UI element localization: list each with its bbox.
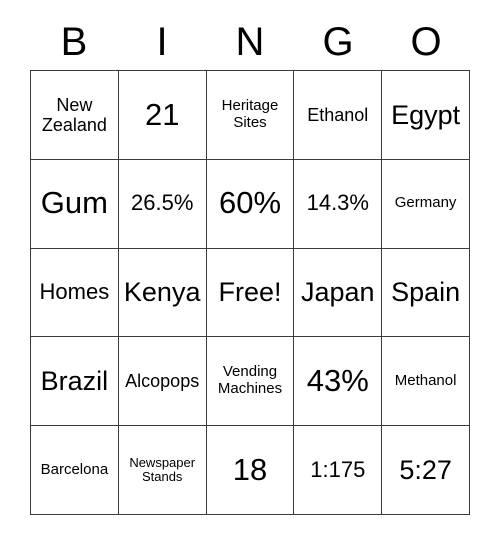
bingo-cell-label: Kenya xyxy=(123,277,201,308)
bingo-cell-label: 14.3% xyxy=(306,190,369,216)
bingo-header-letter-b: B xyxy=(60,20,88,64)
bingo-cell-r3c2[interactable]: Kenya xyxy=(118,248,207,338)
bingo-cell-label: Spain xyxy=(391,277,461,308)
bingo-header-letter-o: O xyxy=(410,20,442,64)
bingo-cell-r4c5[interactable]: Methanol xyxy=(382,337,470,427)
bingo-header-letter-n: N xyxy=(235,20,265,64)
bingo-cell-label: 21 xyxy=(144,96,180,132)
bingo-cell-label: 1:175 xyxy=(310,456,366,482)
bingo-cell-r2c3[interactable]: 60% xyxy=(206,159,295,249)
bingo-cell-r2c2[interactable]: 26.5% xyxy=(118,159,207,249)
bingo-cell-free-space[interactable]: Free! xyxy=(206,248,295,338)
bingo-header-letter-i: I xyxy=(156,20,168,64)
bingo-cell-r3c5[interactable]: Spain xyxy=(382,248,470,338)
bingo-cell-r3c1[interactable]: Homes xyxy=(31,248,119,338)
bingo-cell-r1c1[interactable]: New Zealand xyxy=(31,71,119,160)
bingo-cell-label: Vending Machines xyxy=(217,363,283,398)
bingo-cell-label: 60% xyxy=(218,185,282,221)
bingo-cell-label: Germany xyxy=(394,194,457,212)
bingo-cell-r5c5[interactable]: 5:27 xyxy=(382,426,470,515)
bingo-cell-label: Alcopops xyxy=(125,371,200,392)
bingo-cell-r2c5[interactable]: Germany xyxy=(382,159,470,249)
bingo-cell-r1c5[interactable]: Egypt xyxy=(382,71,470,160)
bingo-cell-label: Japan xyxy=(301,277,375,308)
bingo-cell-label: 18 xyxy=(232,451,268,487)
bingo-cell-label: Ethanol xyxy=(307,104,369,125)
bingo-cell-r1c4[interactable]: Ethanol xyxy=(294,71,383,160)
bingo-cell-label: Newspaper Stands xyxy=(129,454,196,485)
bingo-header-letter-g: G xyxy=(322,20,354,64)
bingo-cell-label: Egypt xyxy=(391,99,461,130)
bingo-cell-r1c2[interactable]: 21 xyxy=(118,71,207,160)
bingo-cell-r5c3[interactable]: 18 xyxy=(206,426,295,515)
bingo-cell-r4c3[interactable]: Vending Machines xyxy=(206,337,295,427)
bingo-card: B I N G O New Zealand 21 Heritage Sites … xyxy=(0,0,500,544)
bingo-cell-label: Heritage Sites xyxy=(221,97,279,131)
bingo-cell-r5c1[interactable]: Barcelona xyxy=(31,426,119,515)
bingo-cell-label: Gum xyxy=(40,185,108,221)
bingo-free-space-label: Free! xyxy=(218,277,282,308)
bingo-cell-label: 5:27 xyxy=(399,454,452,485)
bingo-cell-r3c4[interactable]: Japan xyxy=(294,248,383,338)
bingo-cell-label: Barcelona xyxy=(40,460,109,478)
bingo-grid: New Zealand 21 Heritage Sites Ethanol Eg… xyxy=(30,70,470,515)
bingo-header-row: B I N G O xyxy=(30,14,470,70)
bingo-cell-r2c4[interactable]: 14.3% xyxy=(294,159,383,249)
bingo-cell-r4c4[interactable]: 43% xyxy=(294,337,383,427)
bingo-cell-r4c1[interactable]: Brazil xyxy=(31,337,119,427)
bingo-cell-r5c4[interactable]: 1:175 xyxy=(294,426,383,515)
bingo-cell-r5c2[interactable]: Newspaper Stands xyxy=(118,426,207,515)
bingo-cell-r1c3[interactable]: Heritage Sites xyxy=(206,71,295,160)
bingo-cell-label: Methanol xyxy=(394,371,457,389)
bingo-cell-label: 26.5% xyxy=(131,190,194,216)
bingo-cell-label: Homes xyxy=(39,279,110,305)
bingo-cell-label: 43% xyxy=(306,362,369,398)
bingo-cell-label: New Zealand xyxy=(41,94,107,135)
bingo-cell-r4c2[interactable]: Alcopops xyxy=(118,337,207,427)
bingo-cell-label: Brazil xyxy=(40,366,109,397)
bingo-cell-r2c1[interactable]: Gum xyxy=(31,159,119,249)
